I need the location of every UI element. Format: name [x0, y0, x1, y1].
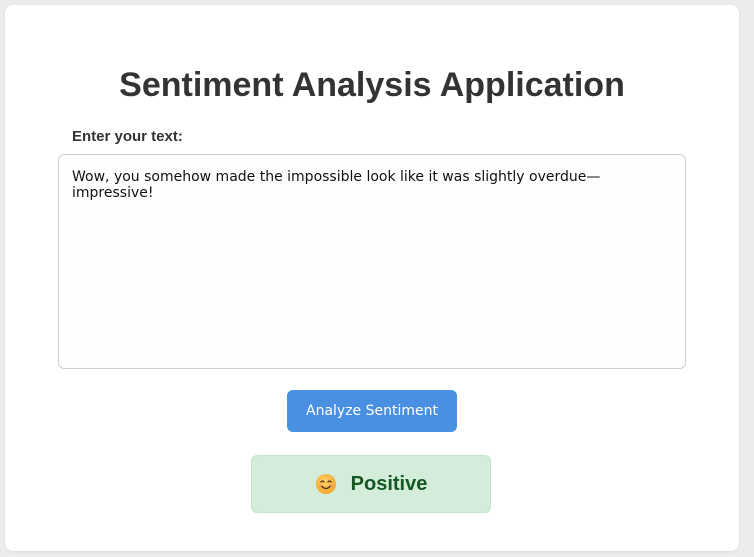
app-card: Sentiment Analysis Application Enter you… [5, 5, 739, 551]
analyze-sentiment-button[interactable]: Analyze Sentiment [287, 390, 457, 432]
sentiment-result-label: Positive [350, 472, 428, 495]
text-input-label: Enter your text: [72, 128, 183, 145]
page-title: Sentiment Analysis Application [119, 66, 625, 104]
sentiment-text-input[interactable]: Wow, you somehow made the impossible loo… [58, 154, 686, 369]
sentiment-result-box: Positive [251, 455, 491, 513]
smiling-face-icon [315, 473, 337, 495]
